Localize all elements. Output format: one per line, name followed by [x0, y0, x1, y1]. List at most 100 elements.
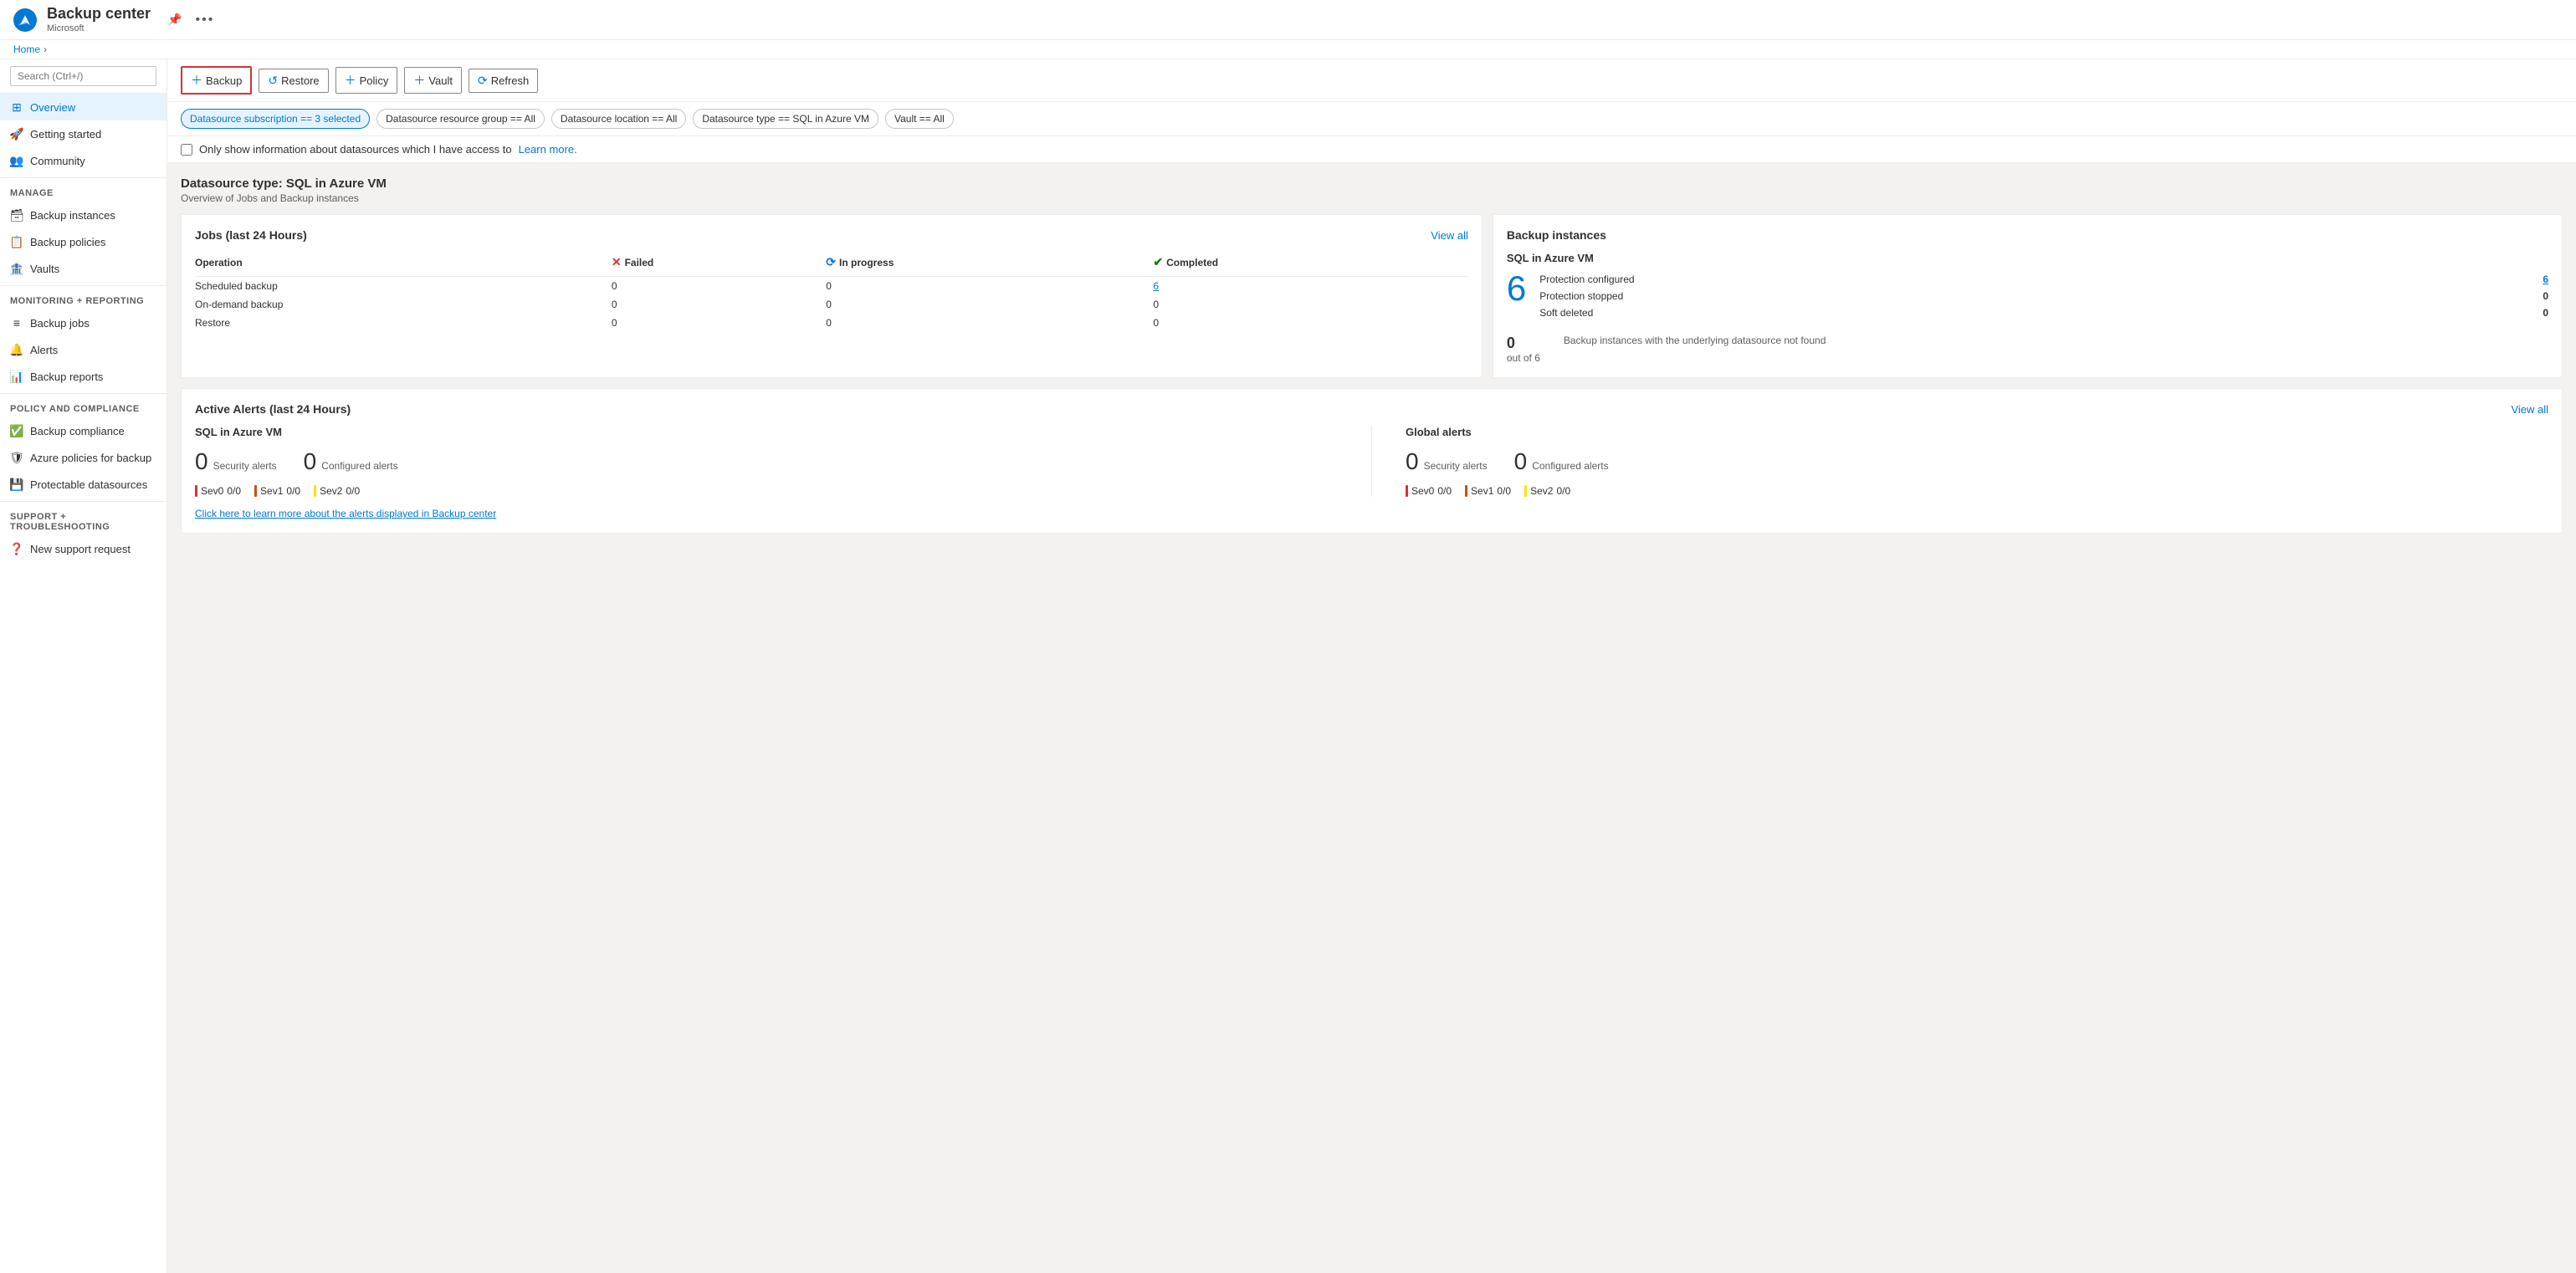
global-sev1-bar — [1465, 485, 1467, 497]
learn-more-link[interactable]: Learn more. — [519, 143, 577, 156]
alerts-sql-section: SQL in Azure VM 0 Security alerts 0 Conf… — [195, 426, 1338, 497]
filter-location[interactable]: Datasource location == All — [551, 109, 686, 129]
job-failed-1: 0 — [612, 277, 826, 296]
sidebar-item-alerts[interactable]: 🔔 Alerts — [0, 336, 166, 363]
jobs-view-all[interactable]: View all — [1431, 229, 1468, 242]
sidebar-item-label-alerts: Alerts — [30, 344, 58, 356]
filter-subscription[interactable]: Datasource subscription == 3 selected — [181, 109, 370, 129]
sidebar-item-backup-reports[interactable]: 📊 Backup reports — [0, 363, 166, 390]
access-checkbox[interactable] — [181, 144, 192, 156]
sev2-value: 0/0 — [346, 485, 360, 497]
restore-button[interactable]: ↺ Restore — [259, 69, 328, 93]
global-configured-label: Configured alerts — [1532, 460, 1608, 472]
sql-configured-num: 0 — [304, 448, 317, 475]
sql-configured-count: 0 Configured alerts — [304, 448, 398, 475]
sql-sev1: Sev1 0/0 — [254, 485, 300, 497]
filter-type[interactable]: Datasource type == SQL in Azure VM — [693, 109, 878, 129]
alerts-global-counts: 0 Security alerts 0 Configured alerts — [1406, 448, 2548, 475]
vaults-icon: 🏦 — [10, 262, 23, 275]
sidebar-item-backup-policies[interactable]: 📋 Backup policies — [0, 228, 166, 255]
bi-value-1[interactable]: 6 — [2543, 274, 2548, 285]
completed-icon: ✔ — [1153, 255, 1163, 269]
filter-vault[interactable]: Vault == All — [885, 109, 954, 129]
search-input[interactable] — [10, 66, 156, 86]
jobs-col-in-progress: ⟳ In progress — [826, 252, 1153, 277]
backup-reports-icon: 📊 — [10, 370, 23, 383]
filter-resource-group[interactable]: Datasource resource group == All — [376, 109, 545, 129]
sev0-bar — [195, 485, 197, 497]
bi-footer-text: Backup instances with the underlying dat… — [1564, 335, 1826, 346]
job-failed-2: 0 — [612, 295, 826, 314]
sidebar-item-label-community: Community — [30, 155, 85, 167]
sidebar-item-azure-policies[interactable]: 🛡 Azure policies for backup — [0, 444, 166, 471]
global-sev1: Sev1 0/0 — [1465, 485, 1511, 497]
backup-button[interactable]: ＋ Backup — [181, 66, 252, 95]
restore-icon: ↺ — [268, 74, 278, 88]
access-checkbox-label: Only show information about datasources … — [199, 143, 512, 156]
global-sev2-bar — [1524, 485, 1527, 497]
content-area: Datasource type: SQL in Azure VM Overvie… — [167, 163, 2576, 1273]
sidebar-item-getting-started[interactable]: 🚀 Getting started — [0, 120, 166, 147]
sql-security-label: Security alerts — [213, 460, 277, 472]
sidebar-item-overview[interactable]: ⊞ Overview — [0, 94, 166, 120]
cards-row-1: Jobs (last 24 Hours) View all Operation … — [181, 214, 2563, 378]
alerts-card: Active Alerts (last 24 Hours) View all S… — [181, 388, 2563, 534]
backup-compliance-icon: ✅ — [10, 424, 23, 437]
new-support-icon: ❓ — [10, 542, 23, 555]
alerts-learn-more-link[interactable]: Click here to learn more about the alert… — [195, 508, 496, 519]
main-content: ＋ Backup ↺ Restore ＋ Policy ＋ Vault ⟳ Re… — [167, 59, 2576, 1273]
sql-security-count: 0 Security alerts — [195, 448, 277, 475]
jobs-table: Operation ✕ Failed ⟳ — [195, 252, 1468, 332]
jobs-col-failed: ✕ Failed — [612, 252, 826, 277]
global-security-count: 0 Security alerts — [1406, 448, 1488, 475]
alerts-view-all[interactable]: View all — [2511, 403, 2548, 416]
getting-started-icon: 🚀 — [10, 127, 23, 141]
sev1-bar — [254, 485, 257, 497]
global-sev2-label: Sev2 — [1530, 485, 1553, 497]
sev1-value: 0/0 — [286, 485, 300, 497]
backup-instances-card-header: Backup instances — [1507, 228, 2548, 242]
sql-sev2: Sev2 0/0 — [314, 485, 360, 497]
vault-button-label: Vault — [428, 74, 453, 87]
alerts-card-header: Active Alerts (last 24 Hours) View all — [195, 402, 2548, 416]
sidebar-item-community[interactable]: 👥 Community — [0, 147, 166, 174]
toolbar: ＋ Backup ↺ Restore ＋ Policy ＋ Vault ⟳ Re… — [167, 59, 2576, 102]
vault-button[interactable]: ＋ Vault — [404, 67, 462, 94]
sidebar-item-backup-instances[interactable]: 🗃 Backup instances — [0, 202, 166, 228]
table-row: Scheduled backup 0 0 6 — [195, 277, 1468, 296]
sidebar-item-backup-jobs[interactable]: ≡ Backup jobs — [0, 309, 166, 336]
filters-bar: Datasource subscription == 3 selected Da… — [167, 102, 2576, 136]
backup-button-label: Backup — [206, 74, 242, 87]
more-icon[interactable]: ••• — [196, 13, 215, 28]
sidebar-item-backup-compliance[interactable]: ✅ Backup compliance — [0, 417, 166, 444]
sidebar-item-label-protectable-datasources: Protectable datasources — [30, 478, 147, 491]
sql-configured-label: Configured alerts — [321, 460, 397, 472]
sidebar-item-protectable-datasources[interactable]: 💾 Protectable datasources — [0, 471, 166, 498]
bi-value-2: 0 — [2543, 290, 2548, 302]
bi-label-2: Protection stopped — [1539, 290, 1623, 302]
sidebar-item-label-backup-jobs: Backup jobs — [30, 317, 90, 330]
sidebar: ⊞ Overview 🚀 Getting started 👥 Community… — [0, 59, 167, 1273]
jobs-card-title: Jobs (last 24 Hours) — [195, 228, 307, 242]
alerts-grid: SQL in Azure VM 0 Security alerts 0 Conf… — [195, 426, 2548, 497]
pin-icon[interactable]: 📌 — [167, 13, 182, 27]
global-sev1-value: 0/0 — [1497, 485, 1511, 497]
refresh-button[interactable]: ⟳ Refresh — [469, 69, 538, 93]
policy-button[interactable]: ＋ Policy — [335, 67, 398, 94]
sidebar-item-vaults[interactable]: 🏦 Vaults — [0, 255, 166, 282]
jobs-col-operation: Operation — [195, 252, 612, 277]
bi-label-3: Soft deleted — [1539, 307, 1593, 319]
sidebar-item-new-support[interactable]: ❓ New support request — [0, 535, 166, 562]
breadcrumb-home[interactable]: Home — [13, 43, 40, 55]
bi-row-protection-configured: Protection configured 6 — [1539, 271, 2548, 288]
global-sev0-label: Sev0 — [1411, 485, 1434, 497]
global-configured-count: 0 Configured alerts — [1514, 448, 1609, 475]
global-sev-row: Sev0 0/0 Sev1 0/0 Sev2 0/0 — [1406, 485, 2548, 497]
azure-policies-icon: 🛡 — [10, 451, 23, 464]
sidebar-item-label-overview: Overview — [30, 101, 75, 114]
restore-button-label: Restore — [281, 74, 320, 87]
bi-row-protection-stopped: Protection stopped 0 — [1539, 288, 2548, 304]
sidebar-item-label-getting-started: Getting started — [30, 128, 101, 141]
job-completed-1[interactable]: 6 — [1153, 277, 1467, 296]
app-subtitle: Microsoft — [47, 23, 151, 34]
